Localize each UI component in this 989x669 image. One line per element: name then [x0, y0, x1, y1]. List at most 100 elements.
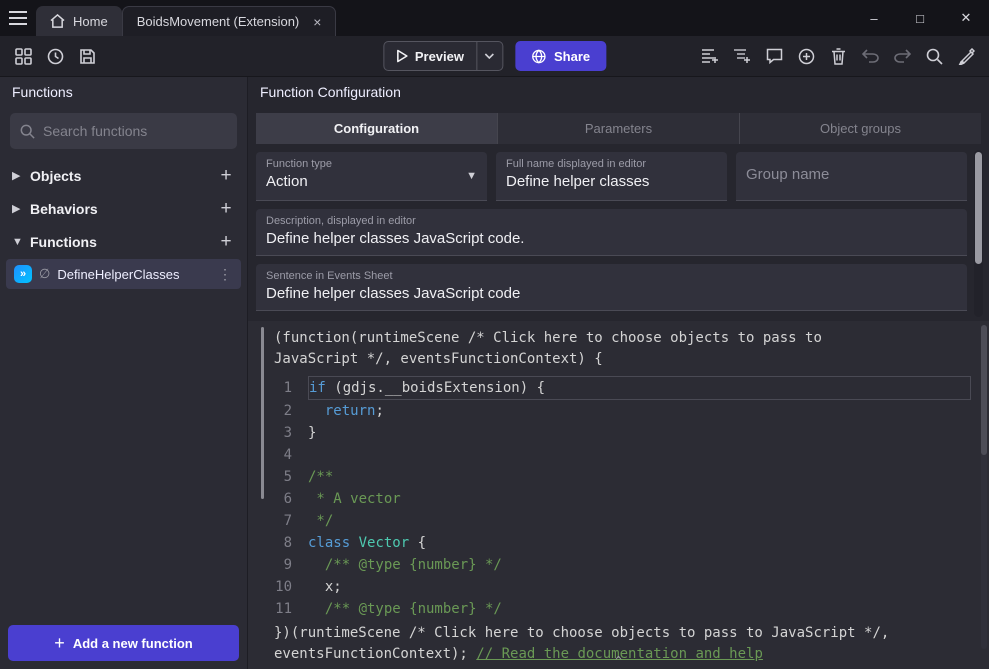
preview-button[interactable]: Preview: [383, 41, 503, 71]
code-line[interactable]: 11 /** @type {number} */: [248, 598, 989, 620]
add-behavior-icon[interactable]: +: [217, 198, 235, 220]
add-event-button[interactable]: [697, 43, 723, 69]
hamburger-icon: [9, 11, 27, 25]
add-function-icon[interactable]: +: [217, 231, 235, 253]
history-button[interactable]: [42, 43, 68, 69]
caret-expanded-icon: ▼: [12, 236, 30, 248]
edit-appearance-button[interactable]: [953, 43, 979, 69]
plus-icon: +: [54, 633, 65, 654]
code-line[interactable]: 4: [248, 444, 989, 466]
scroll-hint-caret: ^: [615, 654, 622, 668]
description-value: Define helper classes JavaScript code.: [266, 230, 957, 247]
function-type-select[interactable]: Function type Action ▼: [256, 152, 487, 201]
code-editor[interactable]: (function(runtimeScene /* Click here to …: [248, 321, 989, 669]
window-controls: – □ ✕: [851, 0, 989, 36]
line-number: 11: [248, 598, 308, 620]
objects-section-label: Objects: [30, 168, 217, 184]
main-panel: Function Configuration Configuration Par…: [248, 77, 989, 669]
add-object-icon[interactable]: +: [217, 165, 235, 187]
code-text: return;: [308, 400, 971, 422]
app-window: Home BoidsMovement (Extension) × – □ ✕: [0, 0, 989, 669]
project-manager-button[interactable]: [10, 43, 36, 69]
code-line[interactable]: 8class Vector {: [248, 532, 989, 554]
config-tabs: Configuration Parameters Object groups: [256, 113, 981, 144]
preview-dropdown-button[interactable]: [476, 42, 502, 70]
code-line[interactable]: 1if (gdjs.__boidsExtension) {: [248, 377, 989, 400]
delete-button[interactable]: [825, 43, 851, 69]
code-line[interactable]: 10 x;: [248, 576, 989, 598]
caret-collapsed-icon: ▶: [12, 202, 30, 215]
private-icon: ∅: [39, 266, 50, 282]
sentence-field[interactable]: Sentence in Events Sheet Define helper c…: [256, 264, 967, 311]
form-scrollbar[interactable]: [974, 150, 983, 317]
line-number: 2: [248, 400, 308, 422]
code-line[interactable]: 7 */: [248, 510, 989, 532]
save-button[interactable]: [74, 43, 100, 69]
code-text: if (gdjs.__boidsExtension) {: [308, 376, 971, 400]
tab-project[interactable]: BoidsMovement (Extension) ×: [122, 6, 337, 36]
window-maximize-button[interactable]: □: [897, 0, 943, 36]
tab-home[interactable]: Home: [36, 6, 122, 36]
undo-button[interactable]: [857, 43, 883, 69]
search-functions-box[interactable]: [10, 113, 237, 149]
chevron-down-icon: [485, 53, 495, 59]
add-event-icon: [701, 48, 719, 64]
caret-collapsed-icon: ▶: [12, 169, 30, 182]
code-line[interactable]: 9 /** @type {number} */: [248, 554, 989, 576]
search-functions-input[interactable]: [43, 123, 227, 139]
group-name-field[interactable]: Group name: [736, 152, 967, 201]
tab-object-groups[interactable]: Object groups: [740, 113, 981, 144]
functions-section-label: Functions: [30, 234, 217, 250]
editor-left-scrollbar[interactable]: [261, 327, 264, 499]
line-number: 5: [248, 466, 308, 488]
sidebar-section-behaviors[interactable]: ▶ Behaviors +: [0, 192, 247, 225]
code-text: class Vector {: [308, 532, 971, 554]
play-icon: [396, 49, 408, 63]
code-text: [308, 444, 971, 466]
form-scrollbar-thumb[interactable]: [975, 152, 982, 264]
search-button[interactable]: [921, 43, 947, 69]
toolbar-right-group: [697, 43, 979, 69]
add-comment-button[interactable]: [761, 43, 787, 69]
editor-header-line: JavaScript */, eventsFunctionContext) {: [248, 349, 989, 370]
editor-scrollbar-thumb[interactable]: [981, 325, 987, 455]
redo-button[interactable]: [889, 43, 915, 69]
window-minimize-button[interactable]: –: [851, 0, 897, 36]
share-button[interactable]: Share: [515, 41, 606, 71]
full-name-field[interactable]: Full name displayed in editor Define hel…: [496, 152, 727, 201]
tab-configuration[interactable]: Configuration: [256, 113, 498, 144]
line-number: 7: [248, 510, 308, 532]
search-icon: [20, 124, 35, 139]
line-number: 8: [248, 532, 308, 554]
editor-header-line: (function(runtimeScene /* Click here to …: [248, 328, 989, 349]
trash-icon: [831, 48, 846, 65]
function-item-selected[interactable]: » ∅ DefineHelperClasses ⋮: [6, 259, 241, 289]
add-new-function-button[interactable]: + Add a new function: [8, 625, 239, 661]
code-line[interactable]: 3}: [248, 422, 989, 444]
code-line[interactable]: 5/**: [248, 466, 989, 488]
add-subevent-button[interactable]: [729, 43, 755, 69]
tab-close-icon[interactable]: ×: [313, 14, 321, 30]
description-field[interactable]: Description, displayed in editor Define …: [256, 209, 967, 256]
window-close-button[interactable]: ✕: [943, 0, 989, 36]
preview-button-main[interactable]: Preview: [384, 42, 476, 70]
toolbar: Preview Share: [0, 36, 989, 77]
globe-icon: [531, 49, 546, 64]
code-line[interactable]: 2 return;: [248, 400, 989, 422]
sidebar-section-functions[interactable]: ▼ Functions +: [0, 225, 247, 258]
kebab-menu-icon[interactable]: ⋮: [218, 266, 233, 283]
tab-parameters[interactable]: Parameters: [498, 113, 740, 144]
hamburger-menu-button[interactable]: [0, 0, 36, 36]
function-icon: »: [14, 265, 32, 283]
code-text: /**: [308, 466, 971, 488]
home-icon: [50, 14, 65, 28]
function-item-label: DefineHelperClasses: [57, 267, 211, 282]
magnifier-icon: [926, 48, 943, 65]
sidebar-section-objects[interactable]: ▶ Objects +: [0, 159, 247, 192]
add-other-button[interactable]: [793, 43, 819, 69]
code-line[interactable]: 6 * A vector: [248, 488, 989, 510]
function-type-label: Function type: [266, 158, 477, 170]
code-text: */: [308, 510, 971, 532]
editor-scrollbar[interactable]: [981, 325, 987, 649]
line-number: 1: [248, 377, 308, 400]
